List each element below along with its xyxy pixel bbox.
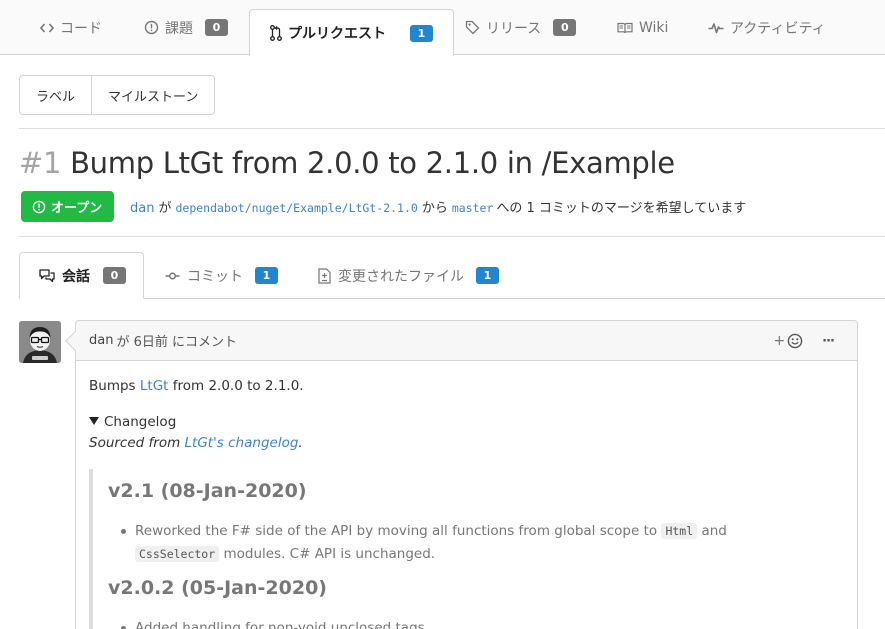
author-link[interactable]: dan xyxy=(130,201,154,216)
changelog-summary-toggle[interactable]: Changelog xyxy=(89,413,844,431)
list-text: and xyxy=(697,523,727,539)
version-heading: v2.0.2 (05-Jan-2020) xyxy=(108,577,327,599)
comment-timestamp: が 6日前 にコメント xyxy=(116,335,238,350)
comment-discussion-icon xyxy=(39,268,55,283)
changelog-summary-label: Changelog xyxy=(104,414,177,430)
inline-code: Html xyxy=(661,523,698,539)
changelog-list: Added handling for non-void unclosed tag… xyxy=(121,617,844,629)
changelog-list: Reworked the F# side of the API by movin… xyxy=(121,520,844,566)
pulse-icon xyxy=(708,22,724,34)
tab-commits-label: コミット xyxy=(187,268,243,285)
pr-title: Bump LtGt from 2.0.0 to 2.1.0 in /Exampl… xyxy=(70,146,675,180)
divider xyxy=(19,236,885,237)
code-icon xyxy=(40,22,54,34)
issue-opened-icon xyxy=(32,200,46,213)
releases-count-badge: 0 xyxy=(553,19,577,36)
tab-commits[interactable]: コミット 1 xyxy=(165,252,278,299)
avatar[interactable] xyxy=(19,321,61,363)
labels-button[interactable]: ラベル xyxy=(20,76,91,114)
bumps-prefix: Bumps xyxy=(89,378,140,394)
pr-meta: dan が dependabot/nuget/Example/LtGt-2.1.… xyxy=(130,197,746,216)
comment-body: Bumps LtGt from 2.0.0 to 2.1.0. Changelo… xyxy=(76,361,857,629)
add-reaction-button[interactable]: + xyxy=(773,333,803,349)
comment-actions: + ··· xyxy=(773,321,835,361)
user-avatar-icon xyxy=(19,321,61,363)
pull-request-icon xyxy=(270,25,282,41)
plus-label: + xyxy=(773,333,786,349)
bumps-suffix: from 2.0.0 to 2.1.0. xyxy=(168,378,304,394)
comment-author[interactable]: dan xyxy=(89,333,113,348)
ltgt-link[interactable]: LtGt xyxy=(140,378,169,394)
changelog-link[interactable]: LtGt's changelog xyxy=(185,435,299,451)
sourced-prefix: Sourced from xyxy=(89,435,185,451)
meta-text-merge: への 1 コミットのマージを希望しています xyxy=(496,201,747,216)
conversation-count-badge: 0 xyxy=(103,267,126,284)
tab-code-label: コード xyxy=(60,20,102,37)
list-text: modules. C# API is unchanged. xyxy=(219,546,436,562)
issues-count-badge: 0 xyxy=(205,19,228,36)
book-icon xyxy=(617,22,633,34)
meta-text-kara: から xyxy=(421,201,448,216)
divider xyxy=(19,128,885,129)
comment-header: dan が 6日前 にコメント + ··· xyxy=(76,321,857,361)
tab-files-changed[interactable]: 変更されたファイル 1 xyxy=(318,252,499,299)
issue-icon xyxy=(144,20,159,35)
tab-code[interactable]: コード xyxy=(40,0,102,55)
label-milestone-group: ラベル マイルストーン xyxy=(19,75,216,115)
page-title: #1 Bump LtGt from 2.0.0 to 2.1.0 in /Exa… xyxy=(19,146,675,180)
more-options-button[interactable]: ··· xyxy=(822,334,835,349)
meta-text-ga: が xyxy=(158,201,172,216)
sourced-line: Sourced from LtGt's changelog. xyxy=(89,434,844,452)
tab-releases-label: リリース xyxy=(486,20,542,37)
version-heading: v2.1 (08-Jan-2020) xyxy=(108,480,307,502)
smiley-icon xyxy=(787,333,803,349)
pr-tabs: 会話 0 コミット 1 変更されたファイル 1 xyxy=(0,252,885,299)
milestones-button[interactable]: マイルストーン xyxy=(91,76,214,114)
tab-conversation-label: 会話 xyxy=(62,268,90,285)
head-branch-link[interactable]: dependabot/nuget/Example/LtGt-2.1.0 xyxy=(175,201,417,215)
tag-icon xyxy=(465,20,480,35)
tab-releases[interactable]: リリース 0 xyxy=(465,0,577,55)
tab-wiki-label: Wiki xyxy=(639,19,669,36)
status-label: オープン xyxy=(51,201,103,216)
files-count-badge: 1 xyxy=(476,267,499,284)
tab-issues-label: 課題 xyxy=(165,20,193,37)
comment-box: dan が 6日前 にコメント + ··· Bumps LtGt from 2.… xyxy=(75,320,858,629)
inline-code: CssSelector xyxy=(135,546,220,562)
tab-pull-requests-label: プルリクエスト xyxy=(288,26,386,42)
tab-activity[interactable]: アクティビティ xyxy=(708,0,826,55)
tab-files-label: 変更されたファイル xyxy=(338,268,464,285)
tab-issues[interactable]: 課題 0 xyxy=(144,0,228,55)
tab-wiki[interactable]: Wiki xyxy=(617,0,668,55)
commits-count-badge: 1 xyxy=(255,267,278,284)
bumps-paragraph: Bumps LtGt from 2.0.0 to 2.1.0. xyxy=(89,377,844,395)
tab-pull-requests[interactable]: プルリクエスト 1 xyxy=(249,9,454,56)
pr-index: #1 xyxy=(19,146,62,180)
git-commit-icon xyxy=(165,271,180,281)
sourced-suffix: . xyxy=(298,435,303,451)
status-badge: オープン xyxy=(21,191,115,222)
tab-activity-label: アクティビティ xyxy=(730,20,826,37)
tab-conversation[interactable]: 会話 0 xyxy=(19,252,144,299)
changelog-blockquote: v2.1 (08-Jan-2020) Reworked the F# side … xyxy=(89,469,844,629)
list-item: Reworked the F# side of the API by movin… xyxy=(121,520,844,566)
disclosure-triangle-icon xyxy=(89,417,99,425)
repo-tabs: コード 課題 0 プルリクエスト 1 リリース 0 Wiki アクティビティ xyxy=(0,0,885,56)
base-branch-link[interactable]: master xyxy=(452,201,494,215)
pulls-count-badge: 1 xyxy=(410,24,433,42)
list-text: Reworked the F# side of the API by movin… xyxy=(135,523,662,539)
file-diff-icon xyxy=(318,267,331,284)
list-item: Added handling for non-void unclosed tag… xyxy=(121,617,844,629)
